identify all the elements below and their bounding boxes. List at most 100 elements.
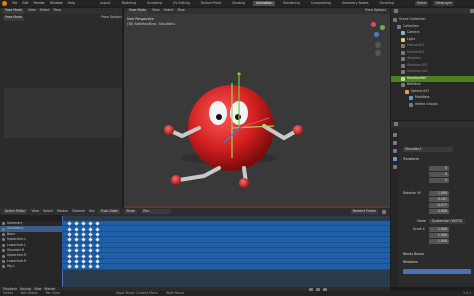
keyframe[interactable] [88, 259, 93, 264]
keyframe[interactable] [88, 232, 93, 237]
push-down-button[interactable]: Push Down [98, 209, 121, 214]
keyframe[interactable] [67, 264, 72, 269]
menu-edit[interactable]: Edit [22, 1, 28, 5]
menu-marker-ds[interactable]: Marker [57, 209, 68, 213]
outliner-item-modifiers[interactable]: Modifiers [391, 95, 474, 101]
keyframe[interactable] [74, 259, 79, 264]
keyframe[interactable] [95, 253, 100, 259]
keyframe[interactable] [95, 243, 100, 248]
outliner[interactable]: Scene Collection Collection Camera Light… [391, 8, 474, 120]
tab-rendering[interactable]: Rendering [280, 1, 302, 6]
keyframe[interactable] [67, 259, 72, 264]
filter-icon[interactable] [470, 9, 474, 13]
menu-select-ds[interactable]: Select [43, 209, 53, 213]
outliner-item-scene-collection[interactable]: Scene Collection [391, 17, 474, 23]
tab-shading[interactable]: Shading [229, 1, 248, 6]
keyframe-tracks[interactable] [62, 216, 390, 288]
keyframe[interactable] [95, 226, 100, 232]
keyframe[interactable] [81, 243, 86, 248]
tool-tab-icon[interactable] [393, 133, 397, 137]
properties-editor[interactable]: Shoulder.L Transform 0 0 0 Rotation W 1.… [391, 121, 474, 287]
menu-view-left[interactable]: View [28, 9, 36, 12]
menu-select-left[interactable]: Select [40, 9, 50, 12]
tab-modeling[interactable]: Modeling [119, 1, 140, 6]
keyframe[interactable] [74, 253, 79, 259]
action-selector[interactable]: Run [141, 209, 172, 214]
menu-view-ds[interactable]: View [31, 209, 39, 213]
tab-compositing[interactable]: Compositing [308, 1, 334, 6]
keyframe[interactable] [81, 226, 86, 232]
keyframe[interactable] [88, 226, 93, 232]
keyframe[interactable] [74, 221, 79, 226]
blender-logo-icon[interactable] [2, 1, 7, 6]
keyframe[interactable] [88, 253, 93, 259]
tab-layout[interactable]: Layout [97, 1, 114, 6]
keyframe[interactable] [67, 237, 72, 242]
keyframe[interactable] [81, 237, 86, 242]
tab-scripting[interactable]: Scripting [377, 1, 397, 6]
channel-row[interactable]: Hip.L [0, 264, 62, 269]
keyframe[interactable] [81, 259, 86, 264]
outliner-item-vertex-groups[interactable]: Vertex Groups [391, 102, 474, 108]
tab-uv-editing[interactable]: UV Editing [170, 1, 193, 6]
outliner-item-skeletonref[interactable]: SkeletonRef [391, 75, 474, 82]
keyframe[interactable] [88, 221, 93, 226]
menu-key-ds[interactable]: Key [89, 209, 95, 213]
scene-selector[interactable]: Scene [414, 1, 429, 6]
keyframe[interactable] [81, 248, 86, 253]
outliner-item-skeleton-001[interactable]: Skeleton.001 [391, 63, 474, 69]
outliner-item-skeleton-002[interactable]: Skeleton.002 [391, 69, 474, 75]
keyframe[interactable] [88, 237, 93, 242]
rotation-z-field[interactable]: 0.000 [429, 209, 449, 214]
rotation-mode-dropdown[interactable]: Quaternion (WXYZ) [429, 219, 465, 224]
outliner-display-icon[interactable] [394, 9, 398, 13]
editor-mode-dropdown[interactable]: Action Editor [3, 209, 28, 214]
location-y-field[interactable]: 0 [429, 172, 449, 177]
menu-help[interactable]: Help [67, 1, 74, 5]
rotation-y-field[interactable]: -0.077 [429, 203, 449, 208]
outliner-item-skeleton[interactable]: Skeleton [391, 56, 474, 62]
tab-sculpting[interactable]: Sculpting [144, 1, 165, 6]
scale-y-field[interactable]: 1.000 [429, 233, 449, 238]
outliner-item-hollow-001[interactable]: Hollow.001 [391, 43, 474, 49]
keyframe[interactable] [74, 264, 79, 269]
keyframe[interactable] [81, 232, 86, 237]
rotation-w-field[interactable]: 1.000 [429, 191, 449, 196]
scale-z-field[interactable]: 1.000 [429, 239, 449, 244]
keyframe[interactable] [95, 248, 100, 253]
keyframe[interactable] [67, 232, 72, 237]
keyframe[interactable] [67, 243, 72, 248]
keyframe[interactable] [74, 226, 79, 232]
keyframe[interactable] [88, 243, 93, 248]
pose-options-left[interactable]: Pose Options [101, 16, 122, 19]
relations-parent-field[interactable] [403, 269, 471, 274]
keyframe[interactable] [88, 264, 93, 269]
snapping-dropdown[interactable]: Nearest Frame [350, 209, 378, 214]
character-rig[interactable] [124, 8, 390, 208]
view-layer-selector[interactable]: ViewLayer [433, 1, 454, 6]
bone-tab-icon[interactable] [393, 157, 397, 161]
relations-section[interactable]: Relations [403, 260, 418, 264]
camera-mode-dropdown[interactable]: Pose Mode [3, 8, 25, 14]
outliner-item-light[interactable]: Light [391, 37, 474, 43]
bendy-bones-section[interactable]: Bendy Bones [403, 252, 424, 256]
outliner-item-hollow-002[interactable]: Hollow.002 [391, 50, 474, 56]
keyframe[interactable] [67, 221, 72, 226]
keyframe[interactable] [67, 248, 72, 253]
keyframe[interactable] [88, 248, 93, 253]
menu-render[interactable]: Render [34, 1, 45, 5]
tab-geometry-nodes[interactable]: Geometry Nodes [339, 1, 372, 6]
keyframe[interactable] [74, 243, 79, 248]
render-tab-icon[interactable] [393, 141, 397, 145]
dope-sheet[interactable]: Action Editor View Select Marker Channel… [0, 208, 390, 288]
scale-x-field[interactable]: 1.000 [429, 227, 449, 232]
tab-animation[interactable]: Animation [253, 0, 276, 7]
bone-name-field[interactable]: Shoulder.L [403, 147, 453, 152]
keyframe[interactable] [81, 221, 86, 226]
3d-viewport[interactable]: Pose Mode View Select Pose Pose Options … [124, 8, 390, 208]
keyframe[interactable] [95, 237, 100, 242]
rotation-x-field[interactable]: -0.167 [429, 197, 449, 202]
transform-section[interactable]: Transform [403, 157, 419, 161]
keyframe[interactable] [74, 232, 79, 237]
menu-pose-left[interactable]: Pose [54, 9, 61, 12]
